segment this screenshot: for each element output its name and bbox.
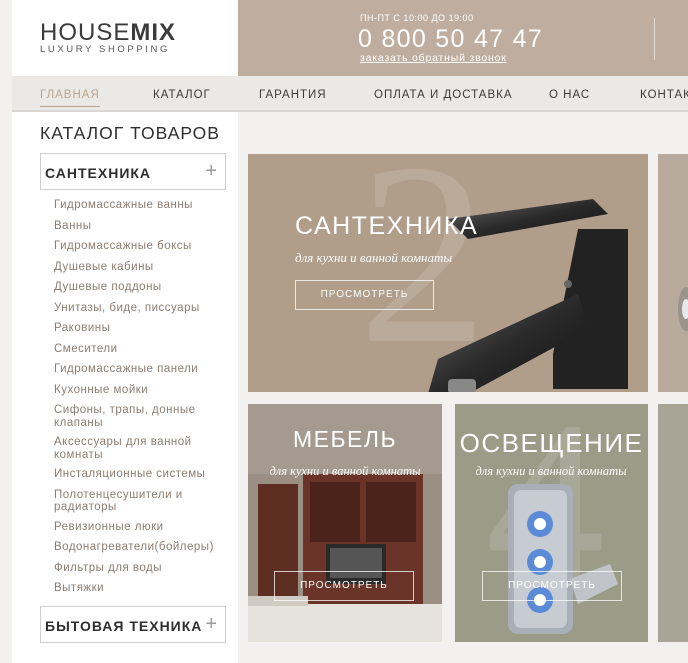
banner-plumbing-title: САНТЕХНИКА <box>295 212 479 240</box>
header-divider <box>654 18 655 60</box>
nav-item-home[interactable]: ГЛАВНАЯ <box>40 89 100 107</box>
nav-item-warranty[interactable]: ГАРАНТИЯ <box>259 89 327 101</box>
subcategory-item[interactable]: Водонагреватели(бойлеры) <box>54 541 232 554</box>
banner-furniture-subtitle: для кухни и ванной комнаты <box>269 464 421 478</box>
subcategory-item[interactable]: Ревизионные люки <box>54 521 232 534</box>
subcategory-item[interactable]: Душевые поддоны <box>54 281 232 294</box>
nav-item-payment-delivery[interactable]: ОПЛАТА И ДОСТАВКА <box>374 89 513 101</box>
banner-partial-right-bottom[interactable] <box>658 404 688 642</box>
furniture-image <box>248 474 442 642</box>
nav-item-about[interactable]: О НАС <box>549 89 590 101</box>
callback-link[interactable]: заказать обратный звонок <box>360 52 507 64</box>
logo-word-house: HOUSE <box>40 19 131 46</box>
view-button[interactable]: ПРОСМОТРЕТЬ <box>274 571 414 601</box>
subcategory-item[interactable]: Фильтры для воды <box>54 562 232 575</box>
view-button[interactable]: ПРОСМОТРЕТЬ <box>482 571 622 601</box>
category-appliances[interactable]: БЫТОВАЯ ТЕХНИКА + <box>40 606 226 643</box>
banner-lighting-subtitle: для кухни и ванной комнаты <box>475 464 627 478</box>
logo[interactable]: HOUSEMIX <box>40 19 176 47</box>
nav-item-catalog[interactable]: КАТАЛОГ <box>153 89 211 101</box>
subcategory-item[interactable]: Душевые кабины <box>54 261 232 274</box>
banner-furniture-title: МЕБЕЛЬ <box>292 426 398 452</box>
banner-lighting[interactable]: 4 ОСВЕЩЕНИЕ для кухни и ванной комнаты П… <box>455 404 648 642</box>
catalog-sidebar: КАТАЛОГ ТОВАРОВ САНТЕХНИКА + Гидромассаж… <box>12 112 238 663</box>
subcategory-item[interactable]: Смесители <box>54 343 232 356</box>
content-area: 2 САНТЕХНИКА для кухни и ванной комнаты … <box>238 112 688 663</box>
logo-area[interactable]: HOUSEMIX LUXURY SHOPPING <box>12 0 238 76</box>
subcategory-item[interactable]: Гидромассажные боксы <box>54 240 232 253</box>
plumbing-subcategory-list: Гидромассажные ванны Ванны Гидромассажны… <box>54 199 232 595</box>
logo-tagline: LUXURY SHOPPING <box>40 44 170 55</box>
working-hours: ПН-ПТ С 10:00 ДО 19:00 <box>360 13 474 23</box>
category-appliances-label: БЫТОВАЯ ТЕХНИКА <box>45 618 203 634</box>
subcategory-item[interactable]: Раковины <box>54 322 232 335</box>
banner-plumbing-subtitle: для кухни и ванной комнаты <box>295 250 453 265</box>
lighting-image <box>508 484 618 634</box>
banner-lighting-title: ОСВЕЩЕНИЕ <box>459 428 644 458</box>
subcategory-item[interactable]: Ванны <box>54 220 232 233</box>
subcategory-item[interactable]: Аксессуары для ванной комнаты <box>54 436 232 461</box>
subcategory-item[interactable]: Полотенцесушители и радиаторы <box>54 489 232 514</box>
subcategory-item[interactable]: Кухонные мойки <box>54 384 232 397</box>
category-plumbing[interactable]: САНТЕХНИКА + <box>40 153 226 190</box>
category-plumbing-label: САНТЕХНИКА <box>45 165 152 181</box>
subcategory-item[interactable]: Вытяжки <box>54 582 232 595</box>
logo-word-mix: MIX <box>130 19 177 46</box>
product-image-partial <box>678 287 688 331</box>
subcategory-item[interactable]: Гидромассажные ванны <box>54 199 232 212</box>
plus-icon[interactable]: + <box>205 159 217 183</box>
contact-bar: ПН-ПТ С 10:00 ДО 19:00 0 800 50 47 47 за… <box>238 0 688 76</box>
plus-icon[interactable]: + <box>205 612 217 636</box>
subcategory-item[interactable]: Унитазы, биде, писсуары <box>54 302 232 315</box>
banner-partial-right-top[interactable] <box>658 154 688 392</box>
nav-item-contacts[interactable]: КОНТАКТ <box>640 89 688 101</box>
catalog-title: КАТАЛОГ ТОВАРОВ <box>40 123 220 143</box>
subcategory-item[interactable]: Гидромассажные панели <box>54 363 232 376</box>
banner-plumbing[interactable]: 2 САНТЕХНИКА для кухни и ванной комнаты … <box>248 154 648 392</box>
banner-furniture[interactable]: МЕБЕЛЬ для кухни и ванной комнаты ПРОСМО… <box>248 404 442 642</box>
subcategory-item[interactable]: Инсталяционные системы <box>54 468 232 481</box>
view-button[interactable]: ПРОСМОТРЕТЬ <box>295 280 434 310</box>
phone-number[interactable]: 0 800 50 47 47 <box>358 25 543 54</box>
subcategory-item[interactable]: Сифоны, трапы, донные клапаны <box>54 404 232 429</box>
main-nav: ГЛАВНАЯ КАТАЛОГ ГАРАНТИЯ ОПЛАТА И ДОСТАВ… <box>12 76 688 112</box>
